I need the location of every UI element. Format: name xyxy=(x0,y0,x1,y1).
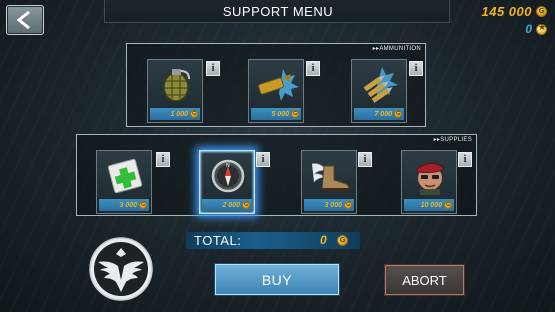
buy-button[interactable]: BUY xyxy=(215,264,339,295)
winged-boot-icon xyxy=(311,163,350,191)
price-value: 5 000 xyxy=(271,110,289,118)
info-button[interactable]: i xyxy=(458,152,472,167)
total-value: 0 xyxy=(320,233,327,247)
compass-icon: N xyxy=(211,159,245,193)
price-value: 7 000 xyxy=(374,110,392,118)
price-tag: 2 000 G xyxy=(202,199,252,211)
coin-icon: G xyxy=(394,110,402,118)
info-button[interactable]: i xyxy=(306,61,320,76)
supply-item-soldier-beret[interactable]: 10 000 G xyxy=(401,150,457,214)
ammo-item-bullets[interactable]: 7 000 G xyxy=(351,59,407,123)
price-tag: 3 000 G xyxy=(304,199,354,211)
chevron-left-icon xyxy=(16,10,30,30)
info-button[interactable]: i xyxy=(256,152,270,167)
supply-item-medkit[interactable]: 3 000 G xyxy=(96,150,152,214)
total-bar: TOTAL: 0 G xyxy=(186,232,360,249)
coin-icon: G xyxy=(344,201,352,209)
coin-icon: G xyxy=(536,5,547,17)
grenade-icon xyxy=(163,69,190,102)
price-value: 10 000 xyxy=(420,201,442,209)
price-value: 3 000 xyxy=(324,201,342,209)
ammunition-label: ▸▸AMMUNITION xyxy=(372,46,421,52)
price-value: 1 000 xyxy=(170,110,188,118)
star-badge-icon: ★ xyxy=(536,22,547,35)
coin-icon: G xyxy=(190,110,198,118)
back-button[interactable] xyxy=(6,5,44,35)
info-button[interactable]: i xyxy=(156,152,170,167)
top-bar: SUPPORT MENU 145 000 G 0 ★ xyxy=(0,0,555,36)
supplies-label: ▸▸SUPPLIES xyxy=(433,137,472,143)
abort-button[interactable]: ABORT xyxy=(385,265,464,295)
currency-display: 145 000 G xyxy=(481,3,547,19)
price-tag: 1 000 G xyxy=(150,108,200,120)
eagle-emblem-icon xyxy=(89,237,153,301)
coin-icon: G xyxy=(139,201,147,209)
coin-icon: G xyxy=(291,110,299,118)
price-value: 2 000 xyxy=(222,201,240,209)
info-button[interactable]: i xyxy=(409,61,423,76)
soldier-beret-icon xyxy=(415,163,445,195)
bullets-icon xyxy=(363,67,398,103)
supply-item-compass[interactable]: N 2 000 G xyxy=(199,150,255,214)
stars-display: 0 ★ xyxy=(525,22,547,36)
coin-icon: G xyxy=(242,201,250,209)
price-tag: 7 000 G xyxy=(354,108,404,120)
price-tag: 3 000 G xyxy=(99,199,149,211)
coin-icon: G xyxy=(337,235,348,246)
ammo-item-artillery-shell[interactable]: 5 000 G xyxy=(248,59,304,123)
supply-item-winged-boot[interactable]: 3 000 G xyxy=(301,150,357,214)
info-button[interactable]: i xyxy=(206,61,220,76)
stars-value: 0 xyxy=(525,22,532,36)
ammo-item-grenade[interactable]: 1 000 G xyxy=(147,59,203,123)
medkit-icon xyxy=(107,158,143,194)
info-button[interactable]: i xyxy=(358,152,372,167)
coin-icon: G xyxy=(444,201,452,209)
price-tag: 10 000 G xyxy=(404,199,454,211)
price-value: 3 000 xyxy=(119,201,137,209)
svg-text:N: N xyxy=(226,163,230,169)
page-title: SUPPORT MENU xyxy=(222,4,334,19)
artillery-shell-icon xyxy=(258,69,299,101)
currency-value: 145 000 xyxy=(481,3,532,19)
price-tag: 5 000 G xyxy=(251,108,301,120)
total-label: TOTAL: xyxy=(194,233,242,248)
